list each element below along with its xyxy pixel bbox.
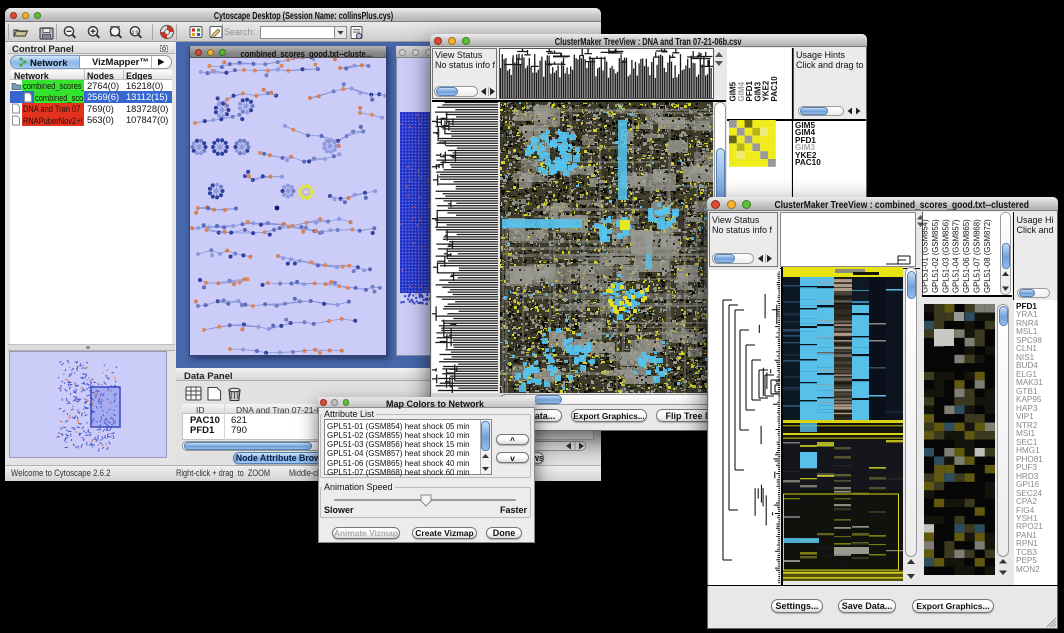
svg-text:GPL51-01 (GSM854): GPL51-01 (GSM854) [922,219,930,293]
svg-text:GPL51-08 (GSM872): GPL51-08 (GSM872) [983,219,992,293]
svg-text:GPL51-04 (GSM857): GPL51-04 (GSM857) [952,219,961,293]
svg-text:1:1: 1:1 [132,29,139,34]
svg-text:GPL51-03 (GSM856): GPL51-03 (GSM856) [941,219,950,293]
svg-text:PAC10: PAC10 [770,76,779,102]
svg-text:GPL51-06 (GSM865): GPL51-06 (GSM865) [962,219,971,293]
svg-text:Search:: Search: [224,27,255,37]
svg-text:GPL51-07 (GSM868): GPL51-07 (GSM868) [973,219,982,293]
svg-text:GPL51-02 (GSM855): GPL51-02 (GSM855) [931,219,940,293]
